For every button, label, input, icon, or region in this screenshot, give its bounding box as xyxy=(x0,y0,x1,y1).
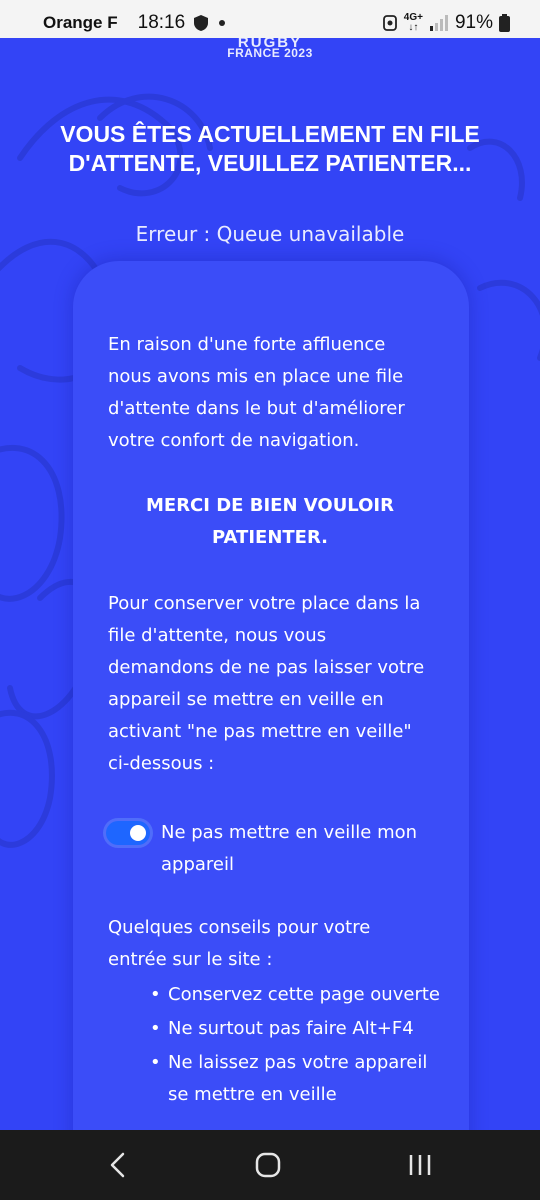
network-indicator: 4G+ ↓↑ xyxy=(404,13,423,33)
recycle-icon xyxy=(382,15,397,31)
merci-heading: MERCI DE BIEN VOULOIR PATIENTER. xyxy=(145,495,394,548)
toggle-knob xyxy=(130,825,146,841)
signal-icon xyxy=(429,15,448,31)
status-bar-right: 4G+ ↓↑ 91% xyxy=(382,12,510,34)
affluence-paragraph: En raison d'une forte affluence nous avo… xyxy=(108,334,405,451)
shield-icon xyxy=(194,15,209,31)
veille-paragraph: Pour conserver votre place dans la file … xyxy=(108,593,425,774)
queue-page: RUGBY FRANCE 2023 VOUS ÊTES ACTUELLEMENT… xyxy=(0,38,540,1130)
error-message: Erreur : Queue unavailable xyxy=(135,222,405,246)
navigation-bar xyxy=(0,1130,540,1200)
logo-france-2023: FRANCE 2023 xyxy=(227,46,313,60)
battery-icon xyxy=(499,14,510,32)
recent-apps-icon[interactable] xyxy=(400,1150,440,1180)
battery-level: 91% xyxy=(454,12,493,33)
clock: 18:16 xyxy=(137,12,186,33)
list-item: Ne surtout pas faire Alt+F4 xyxy=(150,1013,440,1045)
no-sleep-toggle-row[interactable]: Ne pas mettre en veille mon appareil xyxy=(106,817,446,881)
tips-list: Conservez cette page ouverte Ne surtout … xyxy=(150,979,440,1113)
list-item: Conservez cette page ouverte xyxy=(150,979,440,1011)
list-item: Ne laissez pas votre appareil se mettre … xyxy=(150,1047,440,1111)
carrier-name: Orange F xyxy=(43,13,118,32)
page-title: VOUS ÊTES ACTUELLEMENT EN FILE D'ATTENTE… xyxy=(60,121,480,176)
tips-intro: Quelques conseils pour votre entrée sur … xyxy=(108,917,371,970)
notification-dot-icon xyxy=(219,20,226,26)
data-arrows-icon: ↓↑ xyxy=(408,22,419,33)
no-sleep-toggle-label[interactable]: Ne pas mettre en veille mon appareil xyxy=(161,817,441,881)
home-icon[interactable] xyxy=(248,1150,288,1180)
back-icon[interactable] xyxy=(98,1150,138,1180)
status-bar-left: Orange F 18:16 xyxy=(43,12,226,34)
no-sleep-toggle[interactable] xyxy=(106,821,150,845)
